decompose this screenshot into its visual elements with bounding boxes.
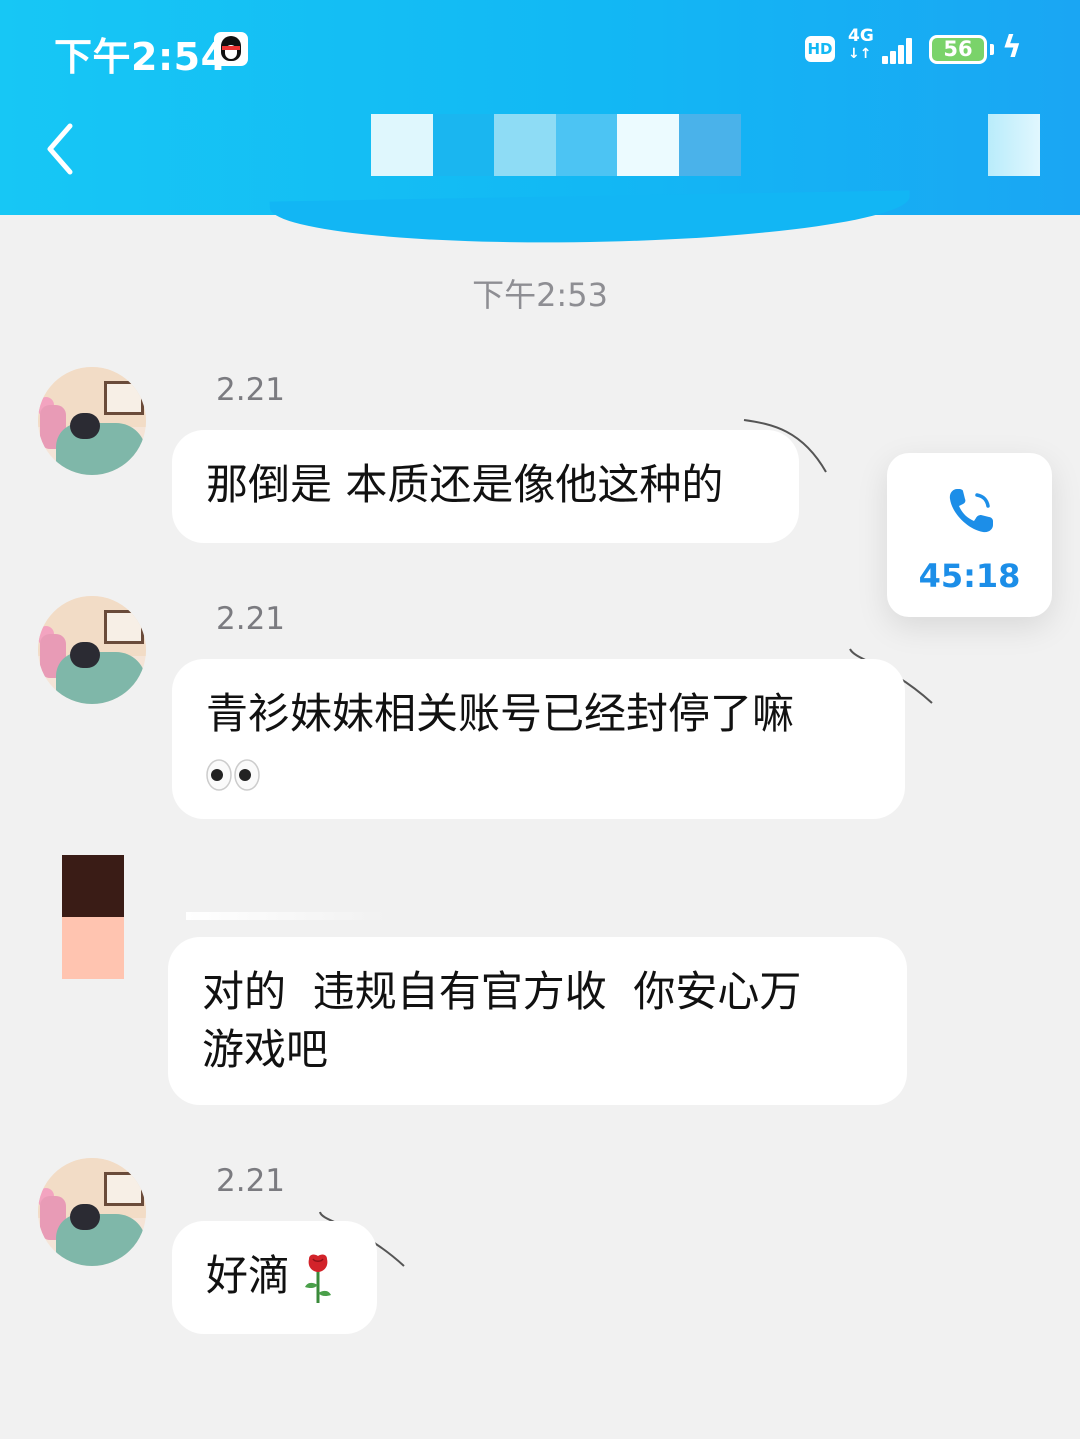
message-bubble[interactable]: 对的 违规自有官方收 你安心万 游戏吧 bbox=[168, 937, 907, 1105]
pixelated-chat-title bbox=[371, 114, 741, 176]
contact-avatar[interactable] bbox=[38, 367, 146, 475]
message-text: 对的 违规自有官方收 你安心万 游戏吧 bbox=[202, 967, 802, 1074]
message-text: 好滴 bbox=[206, 1251, 291, 1300]
message-text: 那倒是 本质还是像他这种的 bbox=[206, 460, 724, 509]
message-bubble[interactable]: 青衫妹妹相关账号已经封停了嘛 bbox=[172, 659, 905, 819]
hd-voice-icon: HD bbox=[805, 36, 835, 62]
phone-icon bbox=[949, 489, 993, 533]
sender-label: 2.21 bbox=[216, 372, 286, 408]
eyes-emoji-icon bbox=[206, 758, 260, 791]
sender-label: 2.21 bbox=[216, 1163, 286, 1199]
chat-time-divider: 下午2:53 bbox=[472, 276, 608, 314]
message-bubble[interactable]: 那倒是 本质还是像他这种的 bbox=[172, 430, 799, 543]
sender-label: 2.21 bbox=[216, 601, 286, 637]
charging-icon: ϟ bbox=[1002, 30, 1022, 65]
message-bubble[interactable]: 好滴 bbox=[172, 1221, 377, 1334]
back-button[interactable] bbox=[42, 122, 82, 176]
chevron-left-icon bbox=[47, 123, 73, 175]
qq-penguin-icon bbox=[214, 32, 248, 66]
pixelated-sender-label bbox=[186, 912, 386, 920]
pixelated-menu-button[interactable] bbox=[988, 114, 1040, 176]
header-wave-decoration bbox=[269, 190, 911, 248]
signal-strength-icon bbox=[868, 34, 914, 64]
battery-icon: 56 bbox=[929, 35, 987, 64]
contact-avatar[interactable] bbox=[38, 596, 146, 704]
contact-avatar[interactable] bbox=[38, 1158, 146, 1266]
message-text: 青衫妹妹相关账号已经封停了嘛 bbox=[206, 689, 795, 738]
call-duration: 45:18 bbox=[918, 557, 1021, 595]
status-bar-time: 下午2:54 bbox=[54, 35, 228, 79]
voice-call-card[interactable]: 45:18 bbox=[887, 453, 1052, 617]
pixelated-contact-avatar[interactable] bbox=[62, 855, 124, 979]
battery-tip bbox=[990, 44, 994, 55]
rose-emoji-icon bbox=[305, 1254, 332, 1303]
